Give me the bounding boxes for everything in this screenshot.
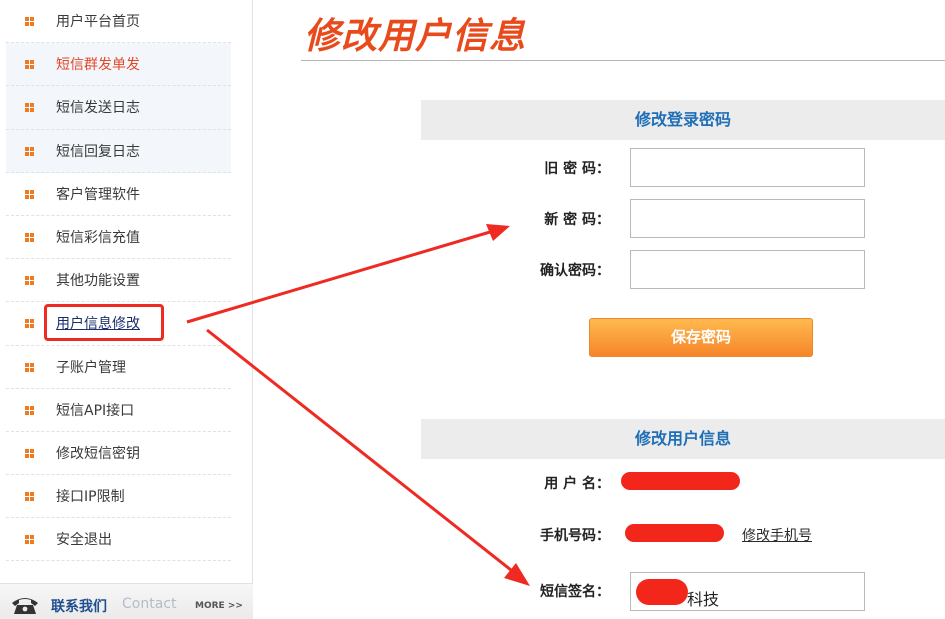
- sidebar-item-crm[interactable]: 客户管理软件: [6, 173, 231, 216]
- redacted-phone: [625, 524, 724, 542]
- highlight-box: [44, 304, 164, 342]
- sidebar-item-ip-limit[interactable]: 接口IP限制: [6, 475, 231, 519]
- sidebar-item-other-settings[interactable]: 其他功能设置: [6, 259, 231, 303]
- sidebar-item-home[interactable]: 用户平台首页: [6, 0, 231, 44]
- sidebar-item-label: 用户平台首页: [56, 14, 140, 31]
- new-password-input[interactable]: [630, 199, 865, 238]
- sidebar-item-bulk-sms[interactable]: 短信群发单发: [6, 43, 231, 87]
- sidebar-item-label: 接口IP限制: [56, 489, 125, 506]
- grid-bullet-icon: [25, 405, 34, 415]
- title-divider: [301, 60, 945, 61]
- signature-value: 科技: [687, 590, 720, 609]
- more-link[interactable]: MORE >>: [195, 601, 243, 611]
- grid-bullet-icon: [25, 146, 34, 156]
- sidebar-item-recharge[interactable]: 短信彩信充值: [6, 216, 231, 260]
- grid-bullet-icon: [25, 448, 34, 458]
- grid-bullet-icon: [25, 233, 34, 243]
- sidebar-item-sms-key[interactable]: 修改短信密钥: [6, 432, 231, 476]
- sidebar-item-sub-accounts[interactable]: 子账户管理: [6, 346, 231, 389]
- sidebar-item-label: 安全退出: [56, 532, 112, 549]
- grid-bullet-icon: [25, 103, 34, 113]
- old-password-label: 旧 密 码：: [544, 161, 610, 177]
- grid-bullet-icon: [25, 189, 34, 199]
- contact-label: 联系我们: [51, 599, 107, 615]
- grid-bullet-icon: [25, 319, 34, 329]
- grid-bullet-icon: [25, 535, 34, 545]
- sidebar-item-label: 短信发送日志: [56, 100, 140, 117]
- sidebar-item-label: 短信群发单发: [56, 57, 140, 74]
- sidebar: 用户平台首页 短信群发单发 短信发送日志 短信回复日志 客户管理软件 短信彩信充…: [0, 0, 253, 619]
- password-section-title: 修改登录密码: [421, 100, 945, 140]
- sidebar-item-label: 客户管理软件: [56, 186, 140, 203]
- sidebar-item-label: 短信回复日志: [56, 143, 140, 160]
- sidebar-item-send-log[interactable]: 短信发送日志: [6, 86, 231, 130]
- page-title: 修改用户信息: [304, 16, 527, 57]
- redacted-username: [621, 472, 740, 490]
- sidebar-item-label: 其他功能设置: [56, 273, 140, 290]
- grid-bullet-icon: [25, 60, 34, 70]
- phone-label: 手机号码：: [540, 528, 610, 544]
- redacted-signature: [636, 579, 688, 605]
- old-password-input[interactable]: [630, 148, 865, 187]
- confirm-password-input[interactable]: [630, 250, 865, 289]
- contact-bar[interactable]: 联系我们 Contact MORE >>: [0, 583, 253, 619]
- user-info-section-title: 修改用户信息: [421, 419, 945, 459]
- signature-label: 短信签名：: [540, 584, 610, 600]
- sidebar-item-label: 修改短信密钥: [56, 445, 140, 462]
- save-password-button[interactable]: 保存密码: [589, 318, 813, 357]
- username-label: 用 户 名：: [544, 476, 610, 492]
- grid-bullet-icon: [25, 17, 34, 27]
- telephone-icon: [12, 598, 38, 614]
- sidebar-item-label: 子账户管理: [56, 359, 126, 376]
- sidebar-item-sms-api[interactable]: 短信API接口: [6, 389, 231, 432]
- sidebar-menu: 用户平台首页 短信群发单发 短信发送日志 短信回复日志 客户管理软件 短信彩信充…: [6, 0, 231, 562]
- confirm-password-label: 确认密码：: [540, 263, 610, 279]
- arrowhead-icon: [486, 224, 510, 241]
- sidebar-item-label: 短信彩信充值: [56, 230, 140, 247]
- grid-bullet-icon: [25, 276, 34, 286]
- grid-bullet-icon: [25, 362, 34, 372]
- contact-label-en: Contact: [122, 596, 177, 612]
- new-password-label: 新 密 码：: [544, 212, 610, 228]
- sidebar-item-user-info[interactable]: 用户信息修改: [6, 302, 231, 346]
- sidebar-item-logout[interactable]: 安全退出: [6, 518, 231, 562]
- sidebar-item-label: 短信API接口: [56, 402, 135, 419]
- change-phone-link[interactable]: 修改手机号: [742, 525, 812, 545]
- grid-bullet-icon: [25, 492, 34, 502]
- sidebar-item-reply-log[interactable]: 短信回复日志: [6, 129, 231, 173]
